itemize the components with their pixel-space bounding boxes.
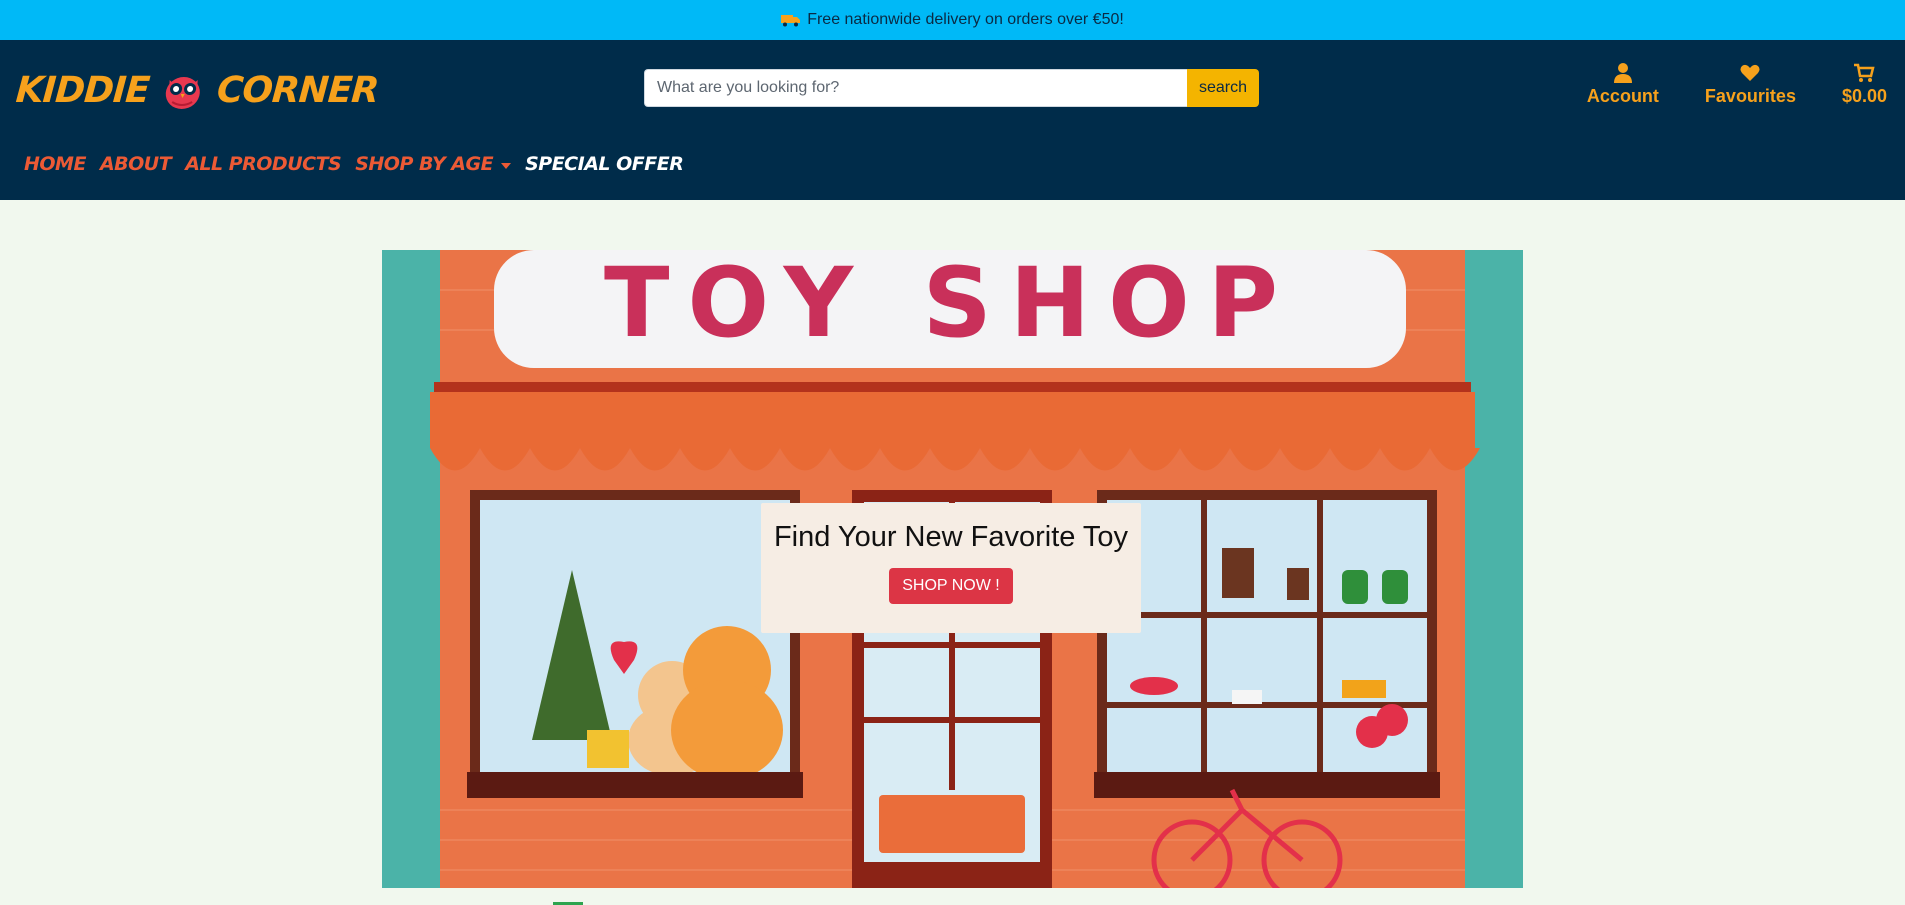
truck-icon (781, 15, 801, 27)
brand-name-right: CORNER (215, 69, 380, 111)
nav-special-offer[interactable]: SPECIAL OFFER (525, 153, 684, 175)
cart-total: $0.00 (1841, 86, 1887, 106)
announcement-bar: Free nationwide delivery on orders over … (0, 0, 1905, 40)
announcement-text: Free nationwide delivery on orders over … (807, 11, 1124, 28)
toy-shop-sign: TOY SHOP (604, 250, 1296, 359)
owl-icon (165, 77, 200, 109)
search-input[interactable] (644, 69, 1187, 107)
nav-home[interactable]: HOME (24, 153, 86, 175)
site-header: KIDDIE CORNER search Account (0, 40, 1905, 200)
nav-about[interactable]: ABOUT (100, 153, 172, 175)
search-button[interactable]: search (1187, 69, 1259, 107)
search-bar: search (644, 69, 1259, 107)
brand-logo[interactable]: KIDDIE CORNER (14, 68, 380, 112)
shop-now-button[interactable]: SHOP NOW ! (889, 568, 1013, 604)
cart-icon (1854, 63, 1876, 82)
chevron-down-icon (501, 162, 512, 169)
heart-icon (1740, 64, 1760, 81)
nav-shop-by-age[interactable]: SHOP BY AGE (355, 153, 512, 175)
header-utilities: Account Favourites $0.00 (1587, 62, 1887, 107)
nav-all-products[interactable]: ALL PRODUCTS (185, 153, 342, 175)
favourites-label: Favourites (1704, 86, 1796, 106)
cart-link[interactable]: $0.00 (1842, 62, 1887, 107)
brand-name-left: KIDDIE (14, 69, 151, 111)
account-label: Account (1586, 86, 1659, 106)
account-link[interactable]: Account (1587, 62, 1659, 107)
favourites-link[interactable]: Favourites (1705, 62, 1796, 107)
hero-headline: Find Your New Favorite Toy (773, 521, 1129, 553)
nav-shop-by-age-label[interactable]: SHOP BY AGE (355, 153, 493, 175)
hero-cta-card: Find Your New Favorite Toy SHOP NOW ! (761, 503, 1141, 633)
main-nav: HOME ABOUT ALL PRODUCTS SHOP BY AGE SPEC… (24, 153, 684, 175)
user-icon (1613, 63, 1632, 83)
